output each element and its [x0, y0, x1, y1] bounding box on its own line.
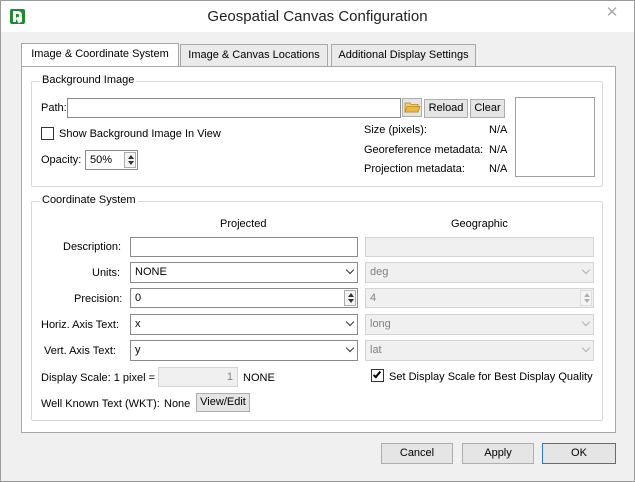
- chevron-down-icon: [581, 265, 591, 275]
- projection-label: Projection metadata:: [364, 163, 465, 175]
- horiz-axis-label: Horiz. Axis Text:: [41, 319, 120, 331]
- projected-vert-axis-value: y: [135, 344, 141, 356]
- projected-header: Projected: [220, 218, 267, 230]
- geographic-description-input: [365, 237, 594, 257]
- tab-additional-display-settings[interactable]: Additional Display Settings: [331, 44, 476, 66]
- precision-spin-buttons[interactable]: [344, 290, 356, 306]
- opacity-spin-buttons[interactable]: [124, 152, 136, 168]
- apply-button[interactable]: Apply: [462, 443, 534, 464]
- geographic-spin-buttons: [580, 290, 592, 306]
- geographic-vert-axis-select: lat: [365, 340, 594, 361]
- best-scale-label: Set Display Scale for Best Display Quali…: [389, 371, 593, 383]
- projected-precision-value: 0: [135, 292, 142, 304]
- path-input[interactable]: [67, 98, 401, 118]
- projected-horiz-axis-select[interactable]: x: [130, 314, 358, 335]
- path-label: Path:: [41, 102, 67, 114]
- display-scale-input: 1: [158, 367, 238, 387]
- display-scale-unit: NONE: [243, 372, 275, 384]
- spin-down-icon: [128, 161, 134, 165]
- georef-value: N/A: [489, 144, 508, 156]
- browse-folder-icon[interactable]: [402, 98, 422, 117]
- dialog-window: Geospatial Canvas Configuration ✕ Image …: [0, 0, 635, 482]
- wkt-view-edit-button[interactable]: View/Edit: [196, 393, 250, 412]
- tab-image-coordinate-system[interactable]: Image & Coordinate System: [21, 43, 179, 67]
- geographic-precision-value: 4: [370, 292, 377, 304]
- clear-button[interactable]: Clear: [470, 99, 505, 118]
- close-button[interactable]: ✕: [597, 3, 627, 23]
- projected-description-input[interactable]: [130, 237, 358, 257]
- best-scale-checkbox[interactable]: [371, 369, 384, 382]
- geographic-horiz-axis-value: long: [370, 318, 391, 330]
- projection-value: N/A: [489, 163, 508, 175]
- georef-label: Georeference metadata:: [364, 144, 484, 156]
- opacity-label: Opacity:: [41, 154, 82, 166]
- wkt-label: Well Known Text (WKT):: [41, 398, 160, 410]
- projected-units-select[interactable]: NONE: [130, 262, 358, 283]
- display-scale-label: Display Scale: 1 pixel =: [41, 372, 156, 384]
- reload-button[interactable]: Reload: [424, 99, 468, 118]
- checkmark-icon: [372, 369, 382, 379]
- spin-up-icon: [584, 293, 590, 297]
- precision-label: Precision:: [74, 293, 123, 305]
- show-background-checkbox[interactable]: [41, 127, 54, 140]
- chevron-down-icon: [345, 317, 355, 327]
- title-bar: Geospatial Canvas Configuration ✕: [1, 1, 634, 32]
- opacity-stepper[interactable]: 50%: [85, 150, 138, 170]
- geographic-units-value: deg: [370, 266, 389, 278]
- description-label: Description:: [63, 241, 122, 253]
- chevron-down-icon: [581, 343, 591, 353]
- wkt-value: None: [164, 398, 191, 410]
- image-preview: [515, 97, 595, 177]
- spin-up-icon: [348, 293, 354, 297]
- chevron-down-icon: [581, 317, 591, 327]
- projected-vert-axis-select[interactable]: y: [130, 340, 358, 361]
- projected-horiz-axis-value: x: [135, 318, 141, 330]
- projected-units-value: NONE: [135, 266, 167, 278]
- size-value: N/A: [489, 124, 508, 136]
- spin-up-icon: [128, 155, 134, 159]
- size-label: Size (pixels):: [364, 124, 427, 136]
- cancel-button[interactable]: Cancel: [381, 443, 453, 464]
- tab-image-canvas-locations[interactable]: Image & Canvas Locations: [180, 44, 328, 66]
- group-title-background-image: Background Image: [40, 74, 137, 86]
- ok-button[interactable]: OK: [542, 443, 616, 464]
- geographic-horiz-axis-select: long: [365, 314, 594, 335]
- group-title-coordinate-system: Coordinate System: [40, 194, 138, 206]
- geographic-header: Geographic: [451, 218, 508, 230]
- units-label: Units:: [92, 267, 121, 279]
- show-background-label: Show Background Image In View: [59, 128, 221, 140]
- window-title: Geospatial Canvas Configuration: [207, 8, 428, 25]
- opacity-value: 50%: [90, 154, 113, 166]
- spin-down-icon: [348, 299, 354, 303]
- vert-axis-label: Vert. Axis Text:: [44, 345, 116, 357]
- chevron-down-icon: [345, 265, 355, 275]
- spin-down-icon: [584, 299, 590, 303]
- geographic-precision-stepper: 4: [365, 288, 594, 308]
- projected-precision-stepper[interactable]: 0: [130, 288, 358, 308]
- geographic-vert-axis-value: lat: [370, 344, 382, 356]
- geographic-units-select: deg: [365, 262, 594, 283]
- coordinate-system-group: Coordinate System: [31, 194, 603, 421]
- chevron-down-icon: [345, 343, 355, 353]
